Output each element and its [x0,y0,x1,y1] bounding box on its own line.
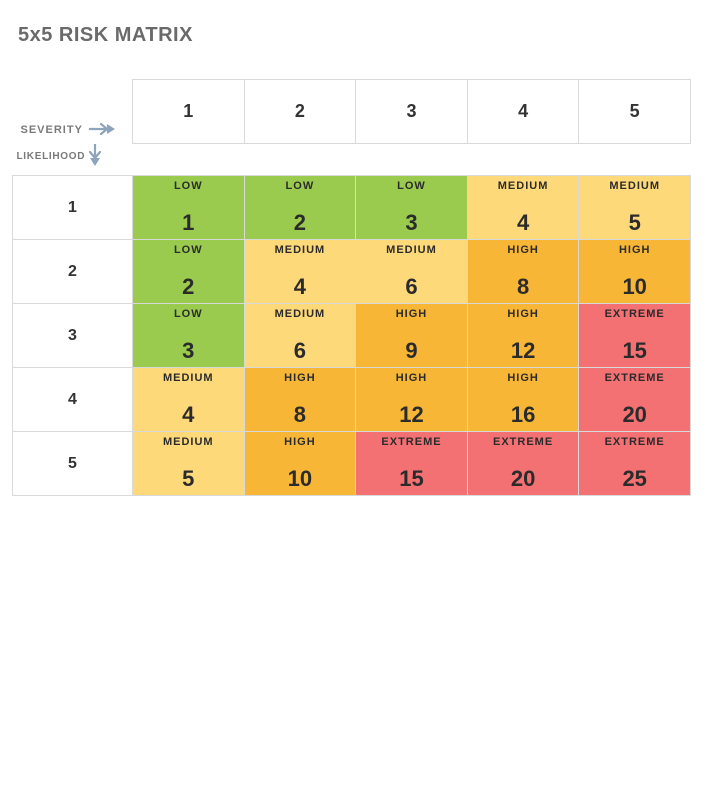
page-title: 5x5 RISK MATRIX [18,24,691,47]
matrix-cell: HIGH8 [244,368,356,432]
matrix-cell: HIGH9 [356,304,468,368]
matrix-cell: HIGH12 [467,304,579,368]
severity-header-3: 3 [356,80,468,144]
matrix-cell: LOW2 [133,240,245,304]
matrix-cell: LOW2 [244,176,356,240]
severity-header-4: 4 [467,80,579,144]
matrix-cell: EXTREME20 [467,432,579,496]
matrix-cell: HIGH10 [579,240,691,304]
matrix-cell: MEDIUM4 [467,176,579,240]
likelihood-header-5: 5 [13,432,133,496]
matrix-cell: MEDIUM5 [133,432,245,496]
matrix-cell: LOW3 [356,176,468,240]
matrix-cell: HIGH12 [356,368,468,432]
likelihood-header-3: 3 [13,304,133,368]
matrix-cell: LOW1 [133,176,245,240]
matrix-cell: MEDIUM4 [244,240,356,304]
matrix-cell: HIGH16 [467,368,579,432]
matrix-cell: MEDIUM6 [244,304,356,368]
matrix-cell: EXTREME20 [579,368,691,432]
likelihood-label-text: LIKELIHOOD [17,151,86,162]
likelihood-axis-cell: LIKELIHOOD [13,144,691,176]
matrix-cell: EXTREME15 [356,432,468,496]
severity-header-2: 2 [244,80,356,144]
severity-axis-label: SEVERITY [21,123,115,138]
matrix-cell: EXTREME15 [579,304,691,368]
matrix-cell: LOW3 [133,304,245,368]
matrix-cell: HIGH10 [244,432,356,496]
risk-matrix: SEVERITY 1 2 3 4 5 LIKELIHOOD 1 [12,79,691,496]
severity-header-5: 5 [579,80,691,144]
arrow-down-icon [89,144,101,169]
matrix-cell: MEDIUM5 [579,176,691,240]
likelihood-axis-label: LIKELIHOOD [15,144,691,169]
likelihood-header-4: 4 [13,368,133,432]
arrow-right-icon [89,123,115,138]
severity-header-1: 1 [133,80,245,144]
matrix-cell: EXTREME25 [579,432,691,496]
axis-corner: SEVERITY [13,80,133,144]
likelihood-header-1: 1 [13,176,133,240]
likelihood-header-2: 2 [13,240,133,304]
severity-label-text: SEVERITY [21,124,83,136]
matrix-cell: MEDIUM6 [356,240,468,304]
matrix-cell: HIGH8 [467,240,579,304]
matrix-cell: MEDIUM4 [133,368,245,432]
